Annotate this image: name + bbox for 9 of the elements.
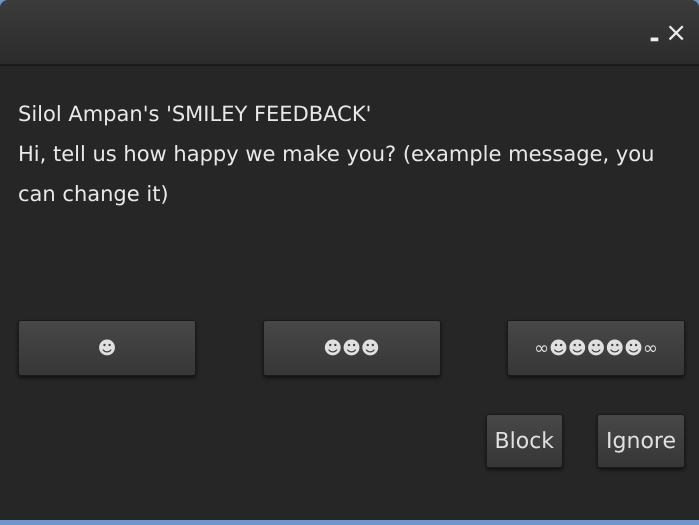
action-button[interactable]: Block: [486, 414, 564, 468]
message-title: Silol Ampan's 'SMILEY FEEDBACK': [18, 101, 372, 128]
smiley-button[interactable]: ☻☻☻: [262, 320, 440, 376]
smiley-button[interactable]: ☻: [18, 320, 196, 376]
minimize-button[interactable]: ▬: [650, 34, 660, 45]
close-button[interactable]: ×: [665, 20, 687, 46]
message-text: Hi, tell us how happy we make you? (example message, you can change it): [18, 141, 656, 208]
action-button[interactable]: Ignore: [597, 414, 685, 468]
smiley-button[interactable]: ∞☻☻☻☻☻∞: [507, 320, 685, 376]
